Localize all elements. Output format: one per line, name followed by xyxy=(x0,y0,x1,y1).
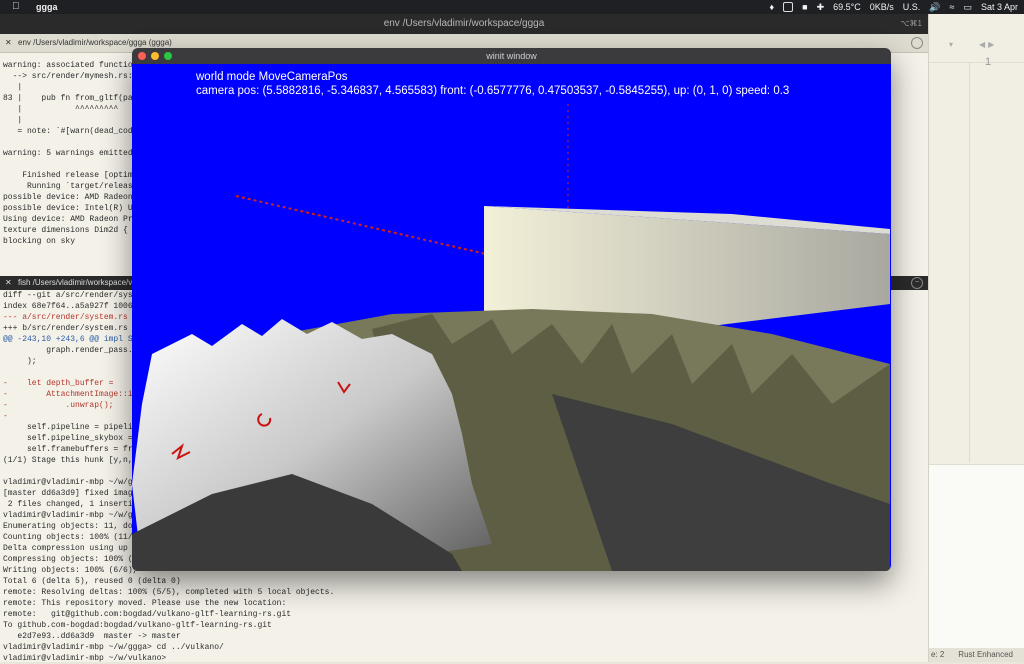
editor-status-bar: e: 2 Rust Enhanced xyxy=(929,648,1024,662)
terminal-line: - let depth_buffer = xyxy=(3,379,114,388)
temperature-readout[interactable]: 69.5°C xyxy=(833,0,861,14)
winit-title-bar[interactable]: winit window xyxy=(132,48,891,64)
terminal-title-bar[interactable]: env /Users/vladimir/workspace/ggga ⌥⌘1 xyxy=(0,14,928,34)
terminal-line: --> src/render/mymesh.rs:83 xyxy=(3,72,143,81)
3d-scene xyxy=(132,104,890,571)
terminal-line: possible device: AMD Radeon P xyxy=(3,193,143,202)
nav-arrows-icon[interactable]: ▾ xyxy=(949,40,958,49)
terminal-line: graph.render_pass.cl xyxy=(3,346,143,355)
editor-gutter xyxy=(929,62,970,462)
pane2-minimize-icon[interactable]: − xyxy=(911,277,923,289)
volume-icon[interactable]: 🔊 xyxy=(929,0,940,14)
terminal-line: - AttachmentImage::input xyxy=(3,390,152,399)
terminal-line: Delta compression using up to xyxy=(3,544,143,553)
terminal-line: +++ b/src/render/system.rs xyxy=(3,324,128,333)
app-name-menu[interactable]: ggga xyxy=(36,0,58,14)
camera-info: camera pos: (5.5882816, -5.346837, 4.565… xyxy=(196,85,790,97)
terminal-line: Counting objects: 100% (11/11 xyxy=(3,533,143,542)
terminal-line: [master dd6a3d9] fixed image xyxy=(3,489,138,498)
mode-label: world mode MoveCameraPos xyxy=(196,71,348,83)
code-editor-panel: ▾ ◀▶ 1 e: 2 Rust Enhanced xyxy=(928,14,1024,662)
network-readout[interactable]: 0KB/s xyxy=(870,0,894,14)
pane2-tab-label: fish /Users/vladimir/workspace/vu xyxy=(18,278,137,287)
terminal-line: texture dimensions Dim2d { wi xyxy=(3,226,143,235)
terminal-line: Compressing objects: 100% (6/ xyxy=(3,555,143,564)
terminal-line: Total 6 (delta 5), reused 0 (delta 0) xyxy=(3,577,181,586)
wifi-icon[interactable]: ≈ xyxy=(950,0,955,14)
terminal-line: index 68e7f64..a5a927f 10064 xyxy=(3,302,138,311)
terminal-line: possible device: Intel(R) UHD xyxy=(3,204,143,213)
terminal-line: vladimir@vladimir-mbp ~/w/vulkano> xyxy=(3,654,172,663)
line-number: 1 xyxy=(985,56,992,68)
terminal-line: | xyxy=(3,116,23,125)
terminal-line: diff --git a/src/render/syste xyxy=(3,291,143,300)
terminal-line: Writing objects: 100% (6/6), xyxy=(3,566,138,575)
winit-window[interactable]: winit window world mode MoveCameraPos ca… xyxy=(132,48,891,571)
terminal-line: warning: associated function xyxy=(3,61,138,70)
editor-tab-bar[interactable]: ▾ ◀▶ xyxy=(929,14,1024,63)
terminal-line: ); xyxy=(3,357,37,366)
close-icon[interactable] xyxy=(138,52,146,60)
tab-switch-icon[interactable]: ◀▶ xyxy=(979,40,997,49)
maximize-icon[interactable] xyxy=(164,52,172,60)
display-icon[interactable]: ■ xyxy=(802,0,807,14)
render-viewport[interactable]: world mode MoveCameraPos camera pos: (5.… xyxy=(132,64,891,571)
pane1-close-icon[interactable]: ✕ xyxy=(5,34,12,52)
terminal-line: warning: 5 warnings emitted xyxy=(3,149,133,158)
battery-icon[interactable]: ▭ xyxy=(963,0,972,14)
terminal-line: blocking on sky xyxy=(3,237,76,246)
window-icon[interactable] xyxy=(783,2,794,12)
terminal-line: | ^^^^^^^^^ xyxy=(3,105,119,114)
terminal-shortcut: ⌥⌘1 xyxy=(900,19,922,28)
terminal-line: remote: This repository moved. Please us… xyxy=(3,599,287,608)
terminal-line: (1/1) Stage this hunk [y,n,q, xyxy=(3,456,143,465)
terminal-line: 83 | pub fn from_gltf(path: xyxy=(3,94,148,103)
terminal-line: 2 files changed, 1 insertion xyxy=(3,500,143,509)
terminal-line: vladimir@vladimir-mbp ~/w/ggga> cd ../vu… xyxy=(3,643,224,652)
menu-bar:  ggga ♦ ■ ✚ 69.5°C 0KB/s U.S. 🔊 ≈ ▭ Sat… xyxy=(0,0,1024,14)
terminal-line: Running `target/release/ xyxy=(3,182,143,191)
syntax-mode[interactable]: Rust Enhanced xyxy=(958,648,1013,662)
terminal-line: remote: Resolving deltas: 100% (5/5), co… xyxy=(3,588,335,597)
terminal-line: self.framebuffers = fram xyxy=(3,445,143,454)
minimize-icon[interactable] xyxy=(151,52,159,60)
terminal-line: - xyxy=(3,412,8,421)
terminal-line: self.pipeline = pipeline xyxy=(3,423,143,432)
terminal-line: vladimir@vladimir-mbp ~/w/ggg xyxy=(3,511,143,520)
status-position: e: 2 xyxy=(931,650,945,659)
editor-lower-panel xyxy=(929,464,1024,651)
terminal-line: @@ -243,10 +243,6 @@ impl Sys xyxy=(3,335,143,344)
terminal-line: Finished release [optimiz xyxy=(3,171,143,180)
terminal-line: Using device: AMD Radeon Pro xyxy=(3,215,138,224)
plus-icon[interactable]: ✚ xyxy=(817,0,825,14)
terminal-line: vladimir@vladimir-mbp ~/w/ggg xyxy=(3,478,143,487)
pane2-close-icon[interactable]: ✕ xyxy=(5,276,12,290)
clock-readout[interactable]: Sat 3 Apr xyxy=(981,0,1018,14)
terminal-line: = note: `#[warn(dead_code) xyxy=(3,127,143,136)
winit-title: winit window xyxy=(486,51,537,61)
terminal-line: Enumerating objects: 11, done xyxy=(3,522,143,531)
dropbox-icon[interactable]: ♦ xyxy=(770,0,775,14)
terminal-line: e2d7e93..dd6a3d9 master -> master xyxy=(3,632,181,641)
terminal-line: To github.com-bogdad:bogdad/vulkano-gltf… xyxy=(3,621,272,630)
pane1-close-button[interactable] xyxy=(911,37,923,49)
apple-menu-icon[interactable]:  xyxy=(12,0,20,14)
terminal-line: | xyxy=(3,83,23,92)
terminal-line: --- a/src/render/system.rs xyxy=(3,313,128,322)
input-source[interactable]: U.S. xyxy=(903,0,921,14)
debug-overlay: world mode MoveCameraPos camera pos: (5.… xyxy=(196,70,789,98)
terminal-line: self.pipeline_skybox = p xyxy=(3,434,143,443)
terminal-line: - .unwrap(); xyxy=(3,401,114,410)
status-area: ♦ ■ ✚ 69.5°C 0KB/s U.S. 🔊 ≈ ▭ Sat 3 Apr xyxy=(770,0,1018,14)
terminal-line: remote: git@github.com:bogdad/vulkano-gl… xyxy=(3,610,292,619)
terminal-title: env /Users/vladimir/workspace/ggga xyxy=(383,18,545,29)
